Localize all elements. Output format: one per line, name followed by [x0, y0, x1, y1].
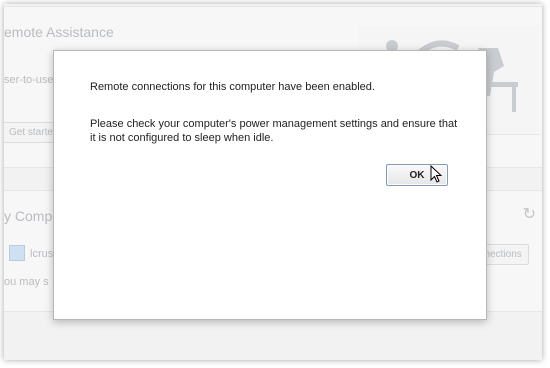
mouse-pointer-icon [430, 165, 442, 183]
app-window: emote Assistance ser-to-use Get starte y… [4, 4, 542, 360]
dialog-message: Remote connections for this computer hav… [90, 81, 375, 93]
confirmation-dialog: Remote connections for this computer hav… [53, 50, 487, 320]
get-started-button[interactable]: Get starte [4, 122, 60, 143]
refresh-icon[interactable]: ↻ [523, 204, 536, 224]
computer-icon [9, 245, 25, 261]
remote-assistance-description: ser-to-use [4, 74, 54, 86]
my-computers-title: y Comp [4, 208, 53, 224]
dialog-detail: Please check your computer's power manag… [90, 118, 458, 144]
remote-assistance-title: emote Assistance [4, 24, 114, 40]
my-computers-note: ou may s [4, 276, 49, 288]
computer-name[interactable]: lcrus [30, 248, 53, 260]
